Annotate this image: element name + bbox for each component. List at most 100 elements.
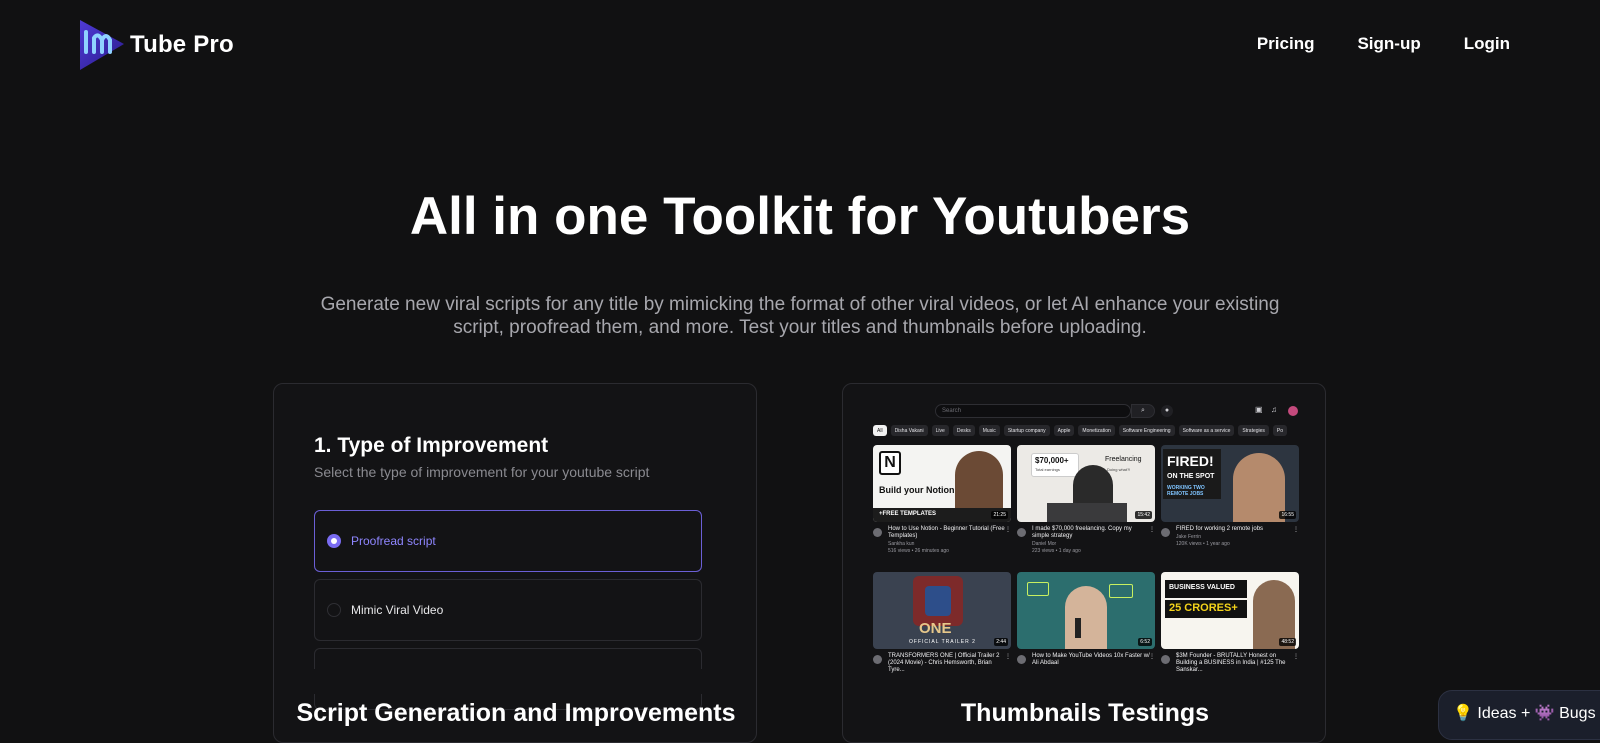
chip[interactable]: Desks [952,425,975,436]
video-duration: 6:52 [1138,638,1152,646]
robot-figure-detail [925,586,951,616]
hero-title: All in one Toolkit for Youtubers [409,187,1191,246]
video-thumbnail-1[interactable]: N Build your Notion. +FREE TEMPLATES 21:… [873,445,1011,522]
video-duration: 21:25 [991,511,1008,519]
youtube-search-input[interactable]: Search [935,404,1131,418]
chip[interactable]: All [873,425,887,436]
video-info-6: $3M Founder - BRUTALLY Honest on Buildin… [1161,653,1299,685]
bell-icon[interactable]: ♫ [1271,405,1277,414]
thumbnail-text: $70,000+ [1035,456,1069,465]
thumbnail-text: Build your Notion. [879,485,957,495]
option-label: Proofread script [351,534,436,548]
hero-subtitle-line-2: script, proofread them, and more. Test y… [453,317,1147,338]
thumbnail-text: OFFICIAL TRAILER 2 [909,639,976,645]
video-title[interactable]: $3M Founder - BRUTALLY Honest on Buildin… [1176,653,1294,674]
video-meta: 120K views • 1 year ago [1176,541,1230,547]
video-info-3: FIRED for working 2 remote jobs Jake Fer… [1161,526,1299,558]
video-thumbnail-3[interactable]: FIRED! ON THE SPOT WORKING TWO REMOTE JO… [1161,445,1299,522]
more-options-icon[interactable]: ⋮ [1149,653,1155,660]
more-options-icon[interactable]: ⋮ [1293,526,1299,533]
radio-empty-icon[interactable] [327,603,341,617]
more-options-icon[interactable]: ⋮ [1293,653,1299,660]
search-icon[interactable]: ⌕ [1131,404,1155,418]
site-header: Tube Pro Pricing Sign-up Login [0,0,1600,90]
video-thumbnail-4[interactable]: ONE OFFICIAL TRAILER 2 2:44 [873,572,1011,649]
video-thumbnail-2[interactable]: $70,000+ Total earnings Freelancing Doin… [1017,445,1155,522]
more-options-icon[interactable]: ⋮ [1005,526,1011,533]
nav-pricing-link[interactable]: Pricing [1257,34,1315,54]
video-info-4: TRANSFORMERS ONE | Official Trailer 2 (2… [873,653,1011,685]
chip[interactable]: Live [931,425,949,436]
script-improvement-card: 1. Type of Improvement Select the type o… [273,383,757,743]
person-figure [1065,586,1107,649]
thumbnail-text: WORKING TWO REMOTE JOBS [1167,485,1205,497]
video-title[interactable]: How to Use Notion - Beginner Tutorial (F… [888,526,1006,540]
thumbnail-text: ON THE SPOT [1167,473,1215,480]
more-options-icon[interactable]: ⋮ [1149,526,1155,533]
video-title[interactable]: How to Make YouTube Videos 10x Faster w/… [1032,653,1150,667]
option-mimic-viral-video[interactable]: Mimic Viral Video [314,579,702,641]
laptop-shape [1047,503,1127,522]
channel-name[interactable]: Sankha kun [888,541,1006,547]
youtube-top-bar: Search ⌕ ● ▣ ♫ [873,404,1298,420]
video-info-1: How to Use Notion - Beginner Tutorial (F… [873,526,1011,558]
thumbnail-text: Total earnings [1035,467,1060,472]
sketch-box [1027,582,1049,596]
video-duration: 16:55 [1279,511,1296,519]
chip[interactable]: Strategies [1238,425,1269,436]
video-duration: 15:42 [1135,511,1152,519]
thumbnail-text: FIRED! [1167,453,1214,469]
hero-subtitle-line-1: Generate new viral scripts for any title… [320,294,1280,315]
channel-name[interactable]: Jake Ferrin [1176,534,1294,540]
microphone-icon[interactable]: ● [1161,405,1173,417]
more-options-icon[interactable]: ⋮ [1005,653,1011,660]
thumbnail-testing-card: Search ⌕ ● ▣ ♫ All Disha Vakani Live Des… [842,383,1326,743]
radio-selected-icon[interactable] [327,534,341,548]
channel-name[interactable]: Daniel Mor [1032,541,1150,547]
chip[interactable]: Apple [1053,425,1075,436]
video-thumbnail-6[interactable]: BUSINESS VALUED 25 CRORES+ 48:52 [1161,572,1299,649]
avatar[interactable] [1161,528,1170,537]
avatar[interactable] [1017,528,1026,537]
chip[interactable]: Software as a service [1178,425,1235,436]
chip[interactable]: Startup company [1003,425,1050,436]
video-title[interactable]: FIRED for working 2 remote jobs [1176,526,1294,533]
video-duration: 48:52 [1279,638,1296,646]
microphone-shape [1075,618,1081,638]
video-info-5: How to Make YouTube Videos 10x Faster w/… [1017,653,1155,685]
video-title[interactable]: TRANSFORMERS ONE | Official Trailer 2 (2… [888,653,1006,674]
thumbnail-text: Doing what?! [1107,467,1131,472]
person-figure [1233,453,1285,522]
create-video-icon[interactable]: ▣ [1255,405,1263,414]
thumbnail-text: ONE [919,620,952,637]
brand-name: Tube Pro [130,31,234,58]
feedback-widget-button[interactable]: 💡 Ideas + 👾 Bugs [1438,690,1600,740]
video-thumbnail-5[interactable]: 6:52 [1017,572,1155,649]
option-proofread-script[interactable]: Proofread script [314,510,702,572]
main-nav: Pricing Sign-up Login [1257,34,1510,54]
thumbnail-text: +FREE TEMPLATES [879,511,937,517]
video-title[interactable]: I made $70,000 freelancing. Copy my simp… [1032,526,1150,540]
avatar[interactable] [1288,406,1298,416]
chip[interactable]: Music [978,425,1000,436]
script-card-caption: Script Generation and Improvements [296,699,736,727]
brand-logo[interactable]: Tube Pro [78,18,234,72]
thumbnail-card-caption: Thumbnails Testings [960,699,1210,727]
option-label: Mimic Viral Video [351,603,444,617]
thumbnail-text: BUSINESS VALUED [1169,584,1235,591]
chip[interactable]: Software Engineering [1118,425,1175,436]
avatar[interactable] [1161,655,1170,664]
chip[interactable]: Disha Vakani [890,425,928,436]
video-info-2: I made $70,000 freelancing. Copy my simp… [1017,526,1155,558]
chip[interactable]: Monetization [1078,425,1115,436]
avatar[interactable] [1017,655,1026,664]
youtube-filter-chips: All Disha Vakani Live Desks Music Startu… [873,425,1297,437]
video-meta: 223 views • 1 day ago [1032,548,1081,554]
nav-signup-link[interactable]: Sign-up [1357,34,1420,54]
thumbnail-text: 25 CRORES+ [1169,602,1238,614]
chip[interactable]: Po [1272,425,1288,436]
improvement-step-description: Select the type of improvement for your … [314,464,650,480]
nav-login-link[interactable]: Login [1464,34,1510,54]
avatar[interactable] [873,528,882,537]
avatar[interactable] [873,655,882,664]
